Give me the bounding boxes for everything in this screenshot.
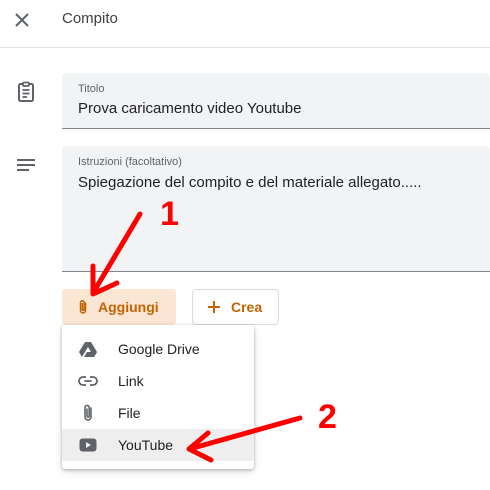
- title-field-value[interactable]: Prova caricamento video Youtube: [78, 100, 301, 117]
- create-button[interactable]: Crea: [192, 289, 279, 325]
- page-title: Compito: [62, 10, 118, 27]
- instructions-field-label: Istruzioni (facoltativo): [78, 156, 182, 168]
- annotation-number-1: 1: [160, 195, 179, 233]
- plus-icon: [205, 298, 223, 316]
- link-icon: [78, 371, 98, 391]
- add-attachment-button[interactable]: Aggiungi: [62, 289, 176, 325]
- menu-item-label: File: [118, 405, 141, 421]
- assignment-icon: [14, 80, 38, 104]
- annotation-number-2: 2: [318, 398, 337, 436]
- menu-item-link[interactable]: Link: [62, 365, 254, 397]
- instructions-field-value[interactable]: Spiegazione del compito e del materiale …: [78, 174, 422, 191]
- attach-menu: Google Drive Link File YouTube: [62, 325, 254, 469]
- paperclip-icon: [78, 403, 98, 423]
- notes-icon: [14, 153, 38, 177]
- google-drive-icon: [78, 339, 98, 359]
- menu-item-youtube[interactable]: YouTube: [62, 429, 254, 461]
- menu-item-label: Link: [118, 373, 144, 389]
- menu-item-label: Google Drive: [118, 341, 200, 357]
- add-button-label: Aggiungi: [98, 299, 159, 315]
- title-field-label: Titolo: [78, 83, 105, 95]
- title-field[interactable]: Titolo Prova caricamento video Youtube: [62, 73, 490, 129]
- menu-item-file[interactable]: File: [62, 397, 254, 429]
- create-button-label: Crea: [231, 299, 263, 315]
- menu-item-label: YouTube: [118, 437, 174, 453]
- paperclip-icon: [74, 298, 92, 316]
- top-bar: Compito: [0, 0, 490, 48]
- youtube-icon: [78, 435, 98, 455]
- close-icon[interactable]: [10, 8, 34, 32]
- menu-item-google-drive[interactable]: Google Drive: [62, 333, 254, 365]
- instructions-field[interactable]: Istruzioni (facoltativo) Spiegazione del…: [62, 146, 490, 272]
